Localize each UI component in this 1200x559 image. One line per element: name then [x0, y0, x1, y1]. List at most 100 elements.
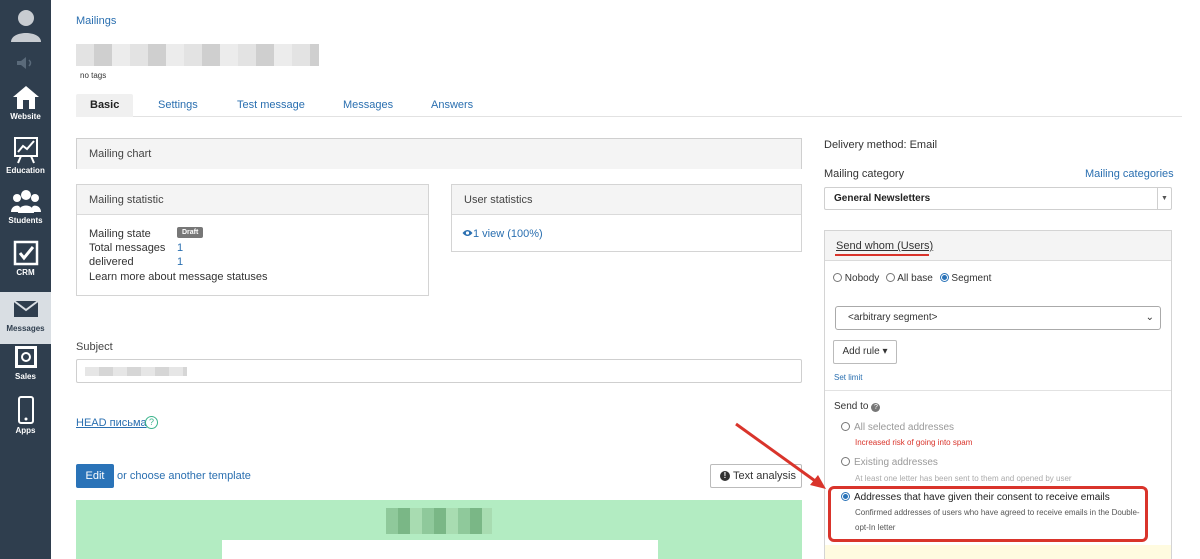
choose-template-link[interactable]: or choose another template: [117, 470, 251, 482]
eye-icon: [462, 230, 473, 236]
total-messages-value[interactable]: 1: [177, 242, 183, 254]
send-to-option-existing[interactable]: Existing addresses: [841, 457, 938, 468]
chevron-down-icon: ⌄: [1145, 312, 1154, 323]
delivered-value[interactable]: 1: [177, 256, 183, 268]
option-nobody[interactable]: Nobody: [833, 273, 879, 284]
radio-consent[interactable]: [841, 492, 850, 501]
option-all-base[interactable]: All base: [886, 273, 933, 284]
user-avatar-icon[interactable]: [8, 6, 44, 42]
sidebar-item-apps[interactable]: Apps: [0, 396, 51, 448]
sidebar-item-label: Sales: [15, 372, 36, 381]
option-all-selected-label: All selected addresses: [854, 422, 955, 433]
sidebar-item-label: Apps: [15, 426, 36, 435]
divider: [825, 390, 1171, 391]
mailing-category-label: Mailing category: [824, 168, 905, 180]
sidebar-item-label: Education: [6, 166, 45, 175]
learn-more-link[interactable]: Learn more about message statuses: [89, 271, 268, 283]
mailing-categories-link[interactable]: Mailing categories: [1085, 168, 1174, 180]
email-preview: [76, 500, 802, 559]
mailing-state-label: Mailing state: [89, 228, 151, 240]
speaker-icon[interactable]: [15, 56, 37, 70]
tab-settings[interactable]: Settings: [158, 94, 198, 117]
delivery-method: Delivery method: Email: [824, 139, 938, 151]
send-whom-title[interactable]: Send whom (Users): [836, 240, 933, 252]
sidebar-item-messages[interactable]: Messages: [0, 292, 51, 344]
sidebar-item-label: Website: [10, 112, 41, 121]
radio-all-selected[interactable]: [841, 422, 850, 431]
send-to-option-consent[interactable]: Addresses that have given their consent …: [841, 492, 1110, 503]
red-underline-annotation: [835, 254, 929, 256]
sidebar-item-students[interactable]: Students: [0, 188, 51, 240]
left-sidebar: Website Education Students CRM Messages …: [0, 0, 51, 559]
question-icon[interactable]: ?: [871, 403, 881, 412]
mailing-statistic-title: Mailing statistic: [77, 185, 428, 215]
breadcrumb-mailings[interactable]: Mailings: [76, 15, 116, 27]
delivered-label: delivered: [89, 256, 134, 268]
checkbox-icon: [13, 240, 38, 266]
phone-icon: [17, 396, 34, 424]
radio-segment[interactable]: [939, 273, 949, 282]
tab-bar: Basic Settings Test message Messages Ans…: [76, 94, 1182, 117]
sidebar-item-label: Students: [8, 216, 43, 225]
status-badge: Draft: [177, 227, 204, 238]
views-text: 1 view (100%): [473, 228, 543, 240]
add-rule-button[interactable]: Add rule ▾: [833, 340, 897, 364]
mailing-chart-title: Mailing chart: [77, 139, 801, 169]
sidebar-item-sales[interactable]: Sales: [0, 344, 51, 396]
exclamation-icon: !: [720, 471, 730, 481]
chart-board-icon: [13, 137, 38, 164]
send-whom-options: Nobody All base Segment: [833, 273, 995, 284]
option-all-base-label: All base: [897, 273, 933, 284]
radio-existing[interactable]: [841, 457, 850, 466]
add-rule-label: Add rule: [842, 346, 880, 357]
sidebar-item-education[interactable]: Education: [0, 136, 51, 188]
sidebar-item-label: CRM: [16, 268, 35, 277]
option-existing-desc: At least one letter has been sent to the…: [855, 474, 1072, 483]
tab-messages[interactable]: Messages: [343, 94, 393, 117]
user-statistics-title: User statistics: [452, 185, 801, 215]
tab-test-message[interactable]: Test message: [237, 94, 305, 117]
subject-input[interactable]: [76, 359, 802, 383]
option-segment[interactable]: Segment: [939, 273, 992, 284]
house-icon: [12, 86, 39, 109]
segment-value: <arbitrary segment>: [848, 312, 938, 323]
total-messages-label: Total messages: [89, 242, 166, 254]
set-limit-link[interactable]: Set limit: [834, 373, 862, 382]
tab-basic[interactable]: Basic: [76, 94, 134, 117]
envelope-icon: [12, 300, 39, 317]
tags-text: no tags: [80, 71, 107, 80]
radio-nobody[interactable]: [833, 273, 842, 282]
preview-logo-blurred: [386, 508, 492, 534]
info-strip: [825, 545, 1171, 559]
option-consent-desc: Confirmed addresses of users who have ag…: [855, 508, 1140, 532]
help-icon[interactable]: ?: [145, 416, 158, 429]
views-link[interactable]: 1 view (100%): [462, 228, 543, 240]
send-to-option-all-selected[interactable]: All selected addresses: [841, 422, 954, 433]
mailing-chart-panel[interactable]: Mailing chart: [76, 138, 802, 169]
radio-all-base[interactable]: [886, 273, 896, 282]
mailing-title-blurred: [76, 44, 319, 66]
subject-label: Subject: [76, 341, 113, 353]
mailing-category-select[interactable]: General Newsletters ▼: [824, 187, 1172, 210]
send-whom-panel: Send whom (Users) Nobody All base Segmen…: [824, 230, 1172, 559]
sidebar-item-website[interactable]: Website: [0, 84, 51, 136]
dropdown-arrow-icon: ▼: [1157, 188, 1171, 209]
edit-button[interactable]: Edit: [76, 464, 114, 488]
segment-select[interactable]: <arbitrary segment> ⌄: [835, 306, 1161, 330]
option-segment-label: Segment: [951, 273, 992, 284]
head-link[interactable]: HEAD письма: [76, 417, 147, 429]
sidebar-item-crm[interactable]: CRM: [0, 240, 51, 292]
send-to-label: Send to?: [834, 401, 881, 412]
preview-body: [222, 540, 658, 559]
sidebar-item-label: Messages: [6, 324, 45, 333]
subject-value-blurred: [85, 367, 187, 376]
mailing-statistic-panel: Mailing statistic Mailing state Draft To…: [76, 184, 429, 296]
send-to-text: Send to: [834, 401, 869, 412]
red-arrow-annotation: [735, 422, 826, 489]
users-icon: [10, 190, 41, 213]
tab-answers[interactable]: Answers: [431, 94, 473, 117]
option-consent-label: Addresses that have given their consent …: [854, 492, 1110, 503]
mailing-category-value: General Newsletters: [834, 193, 931, 204]
option-existing-label: Existing addresses: [854, 457, 938, 468]
send-whom-header: Send whom (Users): [825, 231, 1171, 261]
